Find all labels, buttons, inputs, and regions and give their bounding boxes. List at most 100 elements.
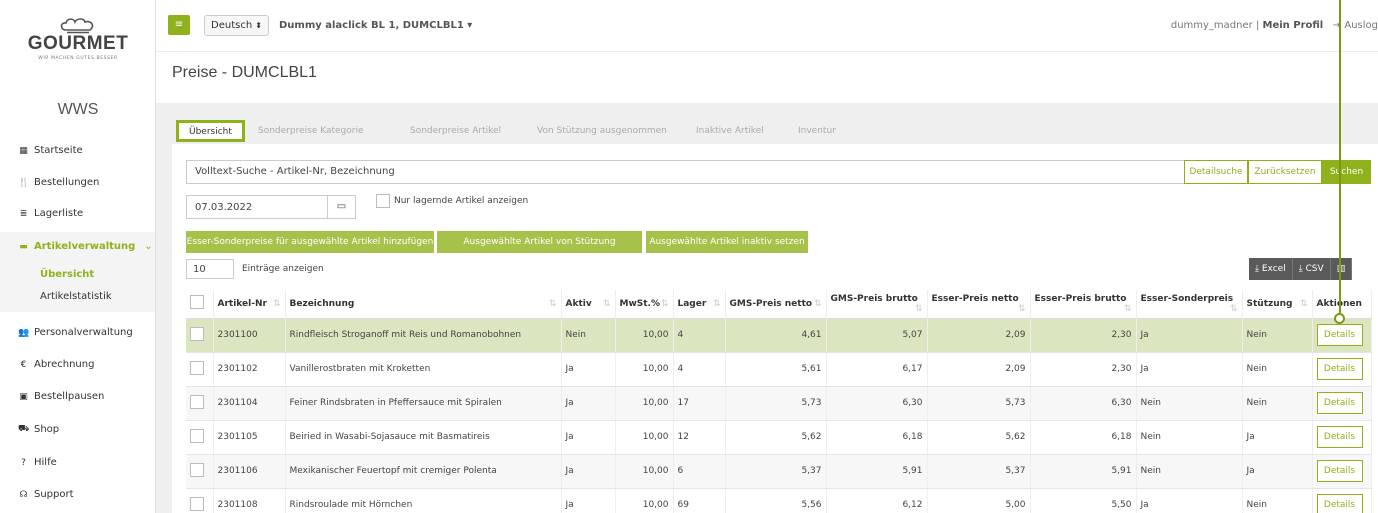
- column-header[interactable]: Artikel-Nr ⇅: [213, 290, 286, 319]
- brand-name: GOURMET: [27, 33, 129, 54]
- row-checkbox[interactable]: [190, 428, 204, 443]
- actions-cell: Details: [1312, 352, 1372, 387]
- tab-inventur[interactable]: Inventur: [798, 126, 836, 136]
- vat-rate: 10,00: [615, 454, 674, 489]
- vat-rate: 10,00: [615, 318, 674, 353]
- sidebar-subitem-uebersicht[interactable]: Übersicht: [40, 269, 94, 280]
- column-header[interactable]: Esser-Sonderpreis ⇅: [1136, 290, 1243, 319]
- row-checkbox[interactable]: [190, 394, 204, 409]
- column-header[interactable]: Aktiv ⇅: [561, 290, 616, 319]
- sidebar-item-bestellungen[interactable]: 🍴 Bestellungen: [18, 177, 99, 188]
- sidebar-subitem-artikelstatistik[interactable]: Artikelstatistik: [40, 291, 112, 302]
- row-checkbox[interactable]: [190, 462, 204, 477]
- gourmet-logo[interactable]: GOURMET WIR MACHEN GUTES BESSER: [0, 18, 156, 61]
- details-button[interactable]: Details: [1316, 494, 1363, 513]
- table-row[interactable]: 2301108 Rindsroulade mit Hörnchen Ja 10,…: [186, 488, 1372, 513]
- page-length-select[interactable]: 10: [186, 259, 234, 279]
- stock-only-filter[interactable]: Nur lagernde Artikel anzeigen: [376, 194, 528, 208]
- menu-toggle-button[interactable]: ≡: [168, 15, 190, 35]
- tab-uebersicht[interactable]: Übersicht: [176, 120, 245, 142]
- details-button[interactable]: Details: [1316, 426, 1363, 448]
- gms-price-net: 5,73: [725, 386, 827, 421]
- top-bar: ≡ Deutsch ⬍ Dummy alaclick BL 1, DUMCLBL…: [156, 0, 1378, 52]
- reset-button[interactable]: Zurücksetzen: [1248, 160, 1322, 184]
- table-row[interactable]: 2301106 Mexikanischer Feuertopf mit crem…: [186, 454, 1372, 489]
- sidebar-item-lagerliste[interactable]: ≣ Lagerliste: [18, 208, 83, 219]
- tab-sonderpreise-artikel[interactable]: Sonderpreise Artikel: [410, 126, 501, 136]
- sidebar-item-bestellpausen[interactable]: ▣ Bestellpausen: [18, 391, 104, 402]
- details-button[interactable]: Details: [1316, 460, 1363, 482]
- table-row[interactable]: 2301105 Beiried in Wasabi-Sojasauce mit …: [186, 420, 1372, 455]
- stock-only-checkbox[interactable]: [376, 194, 390, 208]
- esser-price-gross: 5,91: [1030, 454, 1137, 489]
- sidebar-item-label: Support: [34, 489, 74, 500]
- tab-inaktive-artikel[interactable]: Inaktive Artikel: [696, 126, 764, 136]
- search-button[interactable]: Suchen: [1322, 160, 1371, 184]
- row-checkbox[interactable]: [190, 360, 204, 375]
- detail-search-button[interactable]: Detailsuche: [1184, 160, 1248, 184]
- row-checkbox[interactable]: [190, 496, 204, 511]
- vat-rate: 10,00: [615, 488, 674, 513]
- exclude-from-subsidy-button[interactable]: Ausgewählte Artikel von Stützung ausnehm…: [437, 231, 642, 269]
- add-special-price-button[interactable]: Esser-Sonderpreise für ausgewählte Artik…: [186, 231, 434, 253]
- subsidy: Ja: [1242, 420, 1313, 455]
- sidebar-item-label: Lagerliste: [34, 208, 84, 219]
- sort-icon: ⇅: [1017, 303, 1026, 314]
- table-row[interactable]: 2301100 Rindfleisch Stroganoff mit Reis …: [186, 318, 1372, 353]
- select-all-cell: [186, 290, 214, 319]
- date-input[interactable]: 07.03.2022 ▭: [186, 195, 356, 219]
- column-header[interactable]: Bezeichnung ⇅: [285, 290, 562, 319]
- select-all-checkbox[interactable]: [190, 295, 204, 310]
- article-number: 2301106: [213, 454, 286, 489]
- chevron-down-icon: ⌄: [144, 241, 153, 252]
- excel-export-button[interactable]: ⤓ Excel: [1249, 258, 1293, 280]
- article-number: 2301100: [213, 318, 286, 353]
- sidebar-item-shop[interactable]: ⛟ Shop: [18, 424, 59, 435]
- column-header[interactable]: Lager ⇅: [673, 290, 726, 319]
- sort-icon: ⇅: [1123, 303, 1132, 314]
- table-row[interactable]: 2301104 Feiner Rindsbraten in Pfeffersau…: [186, 386, 1372, 421]
- gms-price-net: 5,37: [725, 454, 827, 489]
- client-dropdown[interactable]: Dummy alaclick BL 1, DUMCLBL1 ▾: [279, 20, 472, 31]
- search-input[interactable]: Volltext-Suche - Artikel-Nr, Bezeichnung: [186, 160, 1185, 184]
- calendar-icon[interactable]: ▭: [327, 196, 355, 218]
- sidebar-item-abrechnung[interactable]: € Abrechnung: [18, 359, 95, 370]
- set-inactive-button[interactable]: Ausgewählte Artikel inaktiv setzen: [646, 231, 808, 253]
- row-checkbox[interactable]: [190, 326, 204, 341]
- language-select[interactable]: Deutsch ⬍: [204, 15, 269, 36]
- subsidy: Nein: [1242, 386, 1313, 421]
- column-visibility-icon[interactable]: ▥: [1330, 258, 1353, 280]
- column-header[interactable]: GMS-Preis brutto ⇅: [826, 290, 928, 319]
- sort-icon: ⇅: [1229, 303, 1238, 314]
- actions-cell: Details: [1312, 488, 1372, 513]
- username: dummy_madner: [1170, 20, 1253, 31]
- profile-link[interactable]: Mein Profil: [1263, 20, 1324, 31]
- sidebar-item-artikelverwaltung[interactable]: ▬ Artikelverwaltung ⌄: [18, 241, 153, 252]
- sidebar-item-personalverwaltung[interactable]: 👥 Personalverwaltung: [18, 327, 133, 338]
- tab-sonderpreise-kategorie[interactable]: Sonderpreise Kategorie: [258, 126, 364, 136]
- table-row[interactable]: 2301102 Vanillerostbraten mit Kroketten …: [186, 352, 1372, 387]
- euro-icon: €: [20, 359, 27, 370]
- column-header[interactable]: Esser-Preis brutto ⇅: [1030, 290, 1137, 319]
- column-header[interactable]: Stützung ⇅: [1242, 290, 1313, 319]
- esser-special-price: Nein: [1136, 386, 1243, 421]
- gms-price-net: 5,62: [725, 420, 827, 455]
- sidebar-item-hilfe[interactable]: ? Hilfe: [18, 457, 57, 468]
- logout-link[interactable]: Auslog: [1344, 20, 1378, 31]
- language-value: Deutsch: [211, 20, 253, 31]
- export-buttons: ⤓ Excel ⤓ CSV ▥: [1249, 258, 1353, 280]
- sidebar-item-startseite[interactable]: ▦ Startseite: [18, 145, 82, 156]
- details-button[interactable]: Details: [1316, 392, 1363, 414]
- article-name: Rindsroulade mit Hörnchen: [285, 488, 562, 513]
- column-header[interactable]: GMS-Preis netto ⇅: [725, 290, 827, 319]
- csv-export-button[interactable]: ⤓ CSV: [1292, 258, 1331, 280]
- tab-von-stuetzung-ausgenommen[interactable]: Von Stützung ausgenommen: [537, 126, 667, 136]
- esser-price-net: 2,09: [927, 352, 1031, 387]
- chef-hat-icon: [60, 18, 94, 34]
- details-button[interactable]: Details: [1316, 324, 1363, 346]
- stock: 12: [673, 420, 726, 455]
- details-button[interactable]: Details: [1316, 358, 1363, 380]
- column-header[interactable]: Esser-Preis netto ⇅: [927, 290, 1031, 319]
- sidebar-item-support[interactable]: ☊ Support: [18, 489, 74, 500]
- column-header[interactable]: MwSt.% ⇅: [615, 290, 674, 319]
